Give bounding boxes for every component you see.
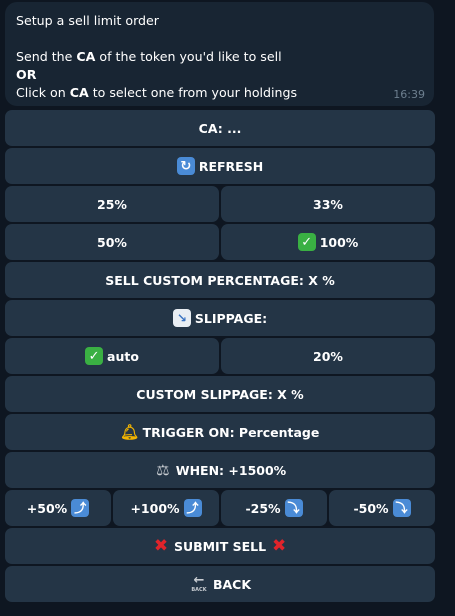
slippage-20-button[interactable]: 20% bbox=[221, 338, 435, 374]
minus-25-label: -25% bbox=[245, 500, 281, 516]
message-text: of the token you'd like to sell bbox=[95, 49, 282, 64]
sell-50-percent-button[interactable]: 50% bbox=[5, 224, 219, 260]
keyboard-row: 50% ✓ 100% bbox=[5, 224, 435, 260]
keyboard-row: CUSTOM SLIPPAGE: X % bbox=[5, 376, 435, 412]
keyboard-row: 🔔︎ TRIGGER ON: Percentage bbox=[5, 414, 435, 450]
back-icon-text: BACK bbox=[191, 587, 207, 593]
check-mark-icon: ✓ bbox=[297, 233, 316, 251]
slippage-label: SLIPPAGE: bbox=[194, 310, 268, 326]
keyboard-row: 25% 33% bbox=[5, 186, 435, 222]
when-button[interactable]: ⚖ WHEN: +1500% bbox=[5, 452, 435, 488]
when-label: WHEN: +1500% bbox=[175, 462, 287, 478]
keyboard-row: ✓ auto 20% bbox=[5, 338, 435, 374]
message-text: Send the bbox=[16, 49, 77, 64]
keyboard-row: ⚖ WHEN: +1500% bbox=[5, 452, 435, 488]
refresh-button-label: REFRESH bbox=[198, 158, 264, 174]
keyboard-row: ✖ SUBMIT SELL ✖ bbox=[5, 528, 435, 564]
sell-100-label: 100% bbox=[319, 234, 359, 250]
sell-50-label: 50% bbox=[97, 234, 127, 250]
trigger-on-label: TRIGGER ON: Percentage bbox=[142, 424, 320, 440]
custom-slippage-button[interactable]: CUSTOM SLIPPAGE: X % bbox=[5, 376, 435, 412]
message-ca-bold: CA bbox=[69, 85, 89, 100]
submit-sell-button[interactable]: ✖ SUBMIT SELL ✖ bbox=[5, 528, 435, 564]
message-ca-bold: CA bbox=[76, 49, 96, 64]
message-or-bold: OR bbox=[16, 67, 37, 82]
minus-25-button[interactable]: -25% ⤵ bbox=[221, 490, 327, 526]
message-text: to select one from your holdings bbox=[88, 85, 298, 100]
back-button[interactable]: ← BACK BACK bbox=[5, 566, 435, 602]
arrow-down-right-icon: ⤵ bbox=[392, 499, 411, 517]
sell-100-percent-button[interactable]: ✓ 100% bbox=[221, 224, 435, 260]
slippage-auto-button[interactable]: ✓ auto bbox=[5, 338, 219, 374]
cross-mark-icon: ✖ bbox=[271, 535, 287, 556]
trigger-on-button[interactable]: 🔔︎ TRIGGER ON: Percentage bbox=[5, 414, 435, 450]
arrow-up-right-icon: ⤴ bbox=[183, 499, 202, 517]
message-instruction-click: Click on CA to select one from your hold… bbox=[16, 84, 423, 102]
plus-50-label: +50% bbox=[26, 500, 68, 516]
keyboard-row: ↘ SLIPPAGE: bbox=[5, 300, 435, 336]
minus-50-label: -50% bbox=[353, 500, 389, 516]
check-mark-icon: ✓ bbox=[85, 347, 104, 365]
submit-sell-label: SUBMIT SELL bbox=[173, 538, 267, 554]
message-instruction-send: Send the CA of the token you'd like to s… bbox=[16, 48, 423, 66]
plus-100-button[interactable]: +100% ⤴ bbox=[113, 490, 219, 526]
keyboard-row: ← BACK BACK bbox=[5, 566, 435, 602]
chart-down-icon: ↘ bbox=[172, 309, 191, 327]
ca-button[interactable]: CA: ... bbox=[5, 110, 435, 146]
custom-slippage-label: CUSTOM SLIPPAGE: X % bbox=[136, 386, 304, 402]
message-bubble: Setup a sell limit order Send the CA of … bbox=[5, 2, 434, 106]
minus-50-button[interactable]: -50% ⤵ bbox=[329, 490, 435, 526]
back-arrow-glyph: ← bbox=[193, 573, 205, 588]
message-text: Click on bbox=[16, 85, 70, 100]
sell-custom-percentage-button[interactable]: SELL CUSTOM PERCENTAGE: X % bbox=[5, 262, 435, 298]
plus-50-button[interactable]: +50% ⤴ bbox=[5, 490, 111, 526]
sell-33-percent-button[interactable]: 33% bbox=[221, 186, 435, 222]
message-title: Setup a sell limit order bbox=[16, 13, 159, 28]
refresh-button[interactable]: ↻ REFRESH bbox=[5, 148, 435, 184]
slippage-button[interactable]: ↘ SLIPPAGE: bbox=[5, 300, 435, 336]
bell-icon: 🔔︎ bbox=[120, 422, 140, 441]
message-or: OR bbox=[16, 66, 423, 84]
plus-100-label: +100% bbox=[130, 500, 180, 516]
keyboard-row: SELL CUSTOM PERCENTAGE: X % bbox=[5, 262, 435, 298]
arrow-up-right-icon: ⤴ bbox=[71, 499, 90, 517]
back-arrow-icon: ← BACK bbox=[189, 574, 209, 594]
balance-scale-icon: ⚖ bbox=[156, 460, 170, 479]
sell-25-percent-button[interactable]: 25% bbox=[5, 186, 219, 222]
keyboard-row: CA: ... bbox=[5, 110, 435, 146]
slippage-20-label: 20% bbox=[313, 348, 343, 364]
inline-keyboard: CA: ... ↻ REFRESH 25% 33% 50% ✓ 100% SEL… bbox=[5, 110, 435, 604]
keyboard-row: ↻ REFRESH bbox=[5, 148, 435, 184]
ca-button-label: CA: ... bbox=[198, 120, 242, 136]
slippage-auto-label: auto bbox=[107, 348, 139, 364]
back-label: BACK bbox=[212, 576, 252, 592]
sell-custom-label: SELL CUSTOM PERCENTAGE: X % bbox=[105, 272, 335, 288]
message-timestamp: 16:39 bbox=[393, 88, 425, 101]
arrow-down-right-icon: ⤵ bbox=[284, 499, 303, 517]
cross-mark-icon: ✖ bbox=[153, 535, 169, 556]
refresh-icon: ↻ bbox=[176, 157, 195, 175]
sell-33-label: 33% bbox=[313, 196, 343, 212]
keyboard-row: +50% ⤴ +100% ⤴ -25% ⤵ -50% ⤵ bbox=[5, 490, 435, 526]
sell-25-label: 25% bbox=[97, 196, 127, 212]
